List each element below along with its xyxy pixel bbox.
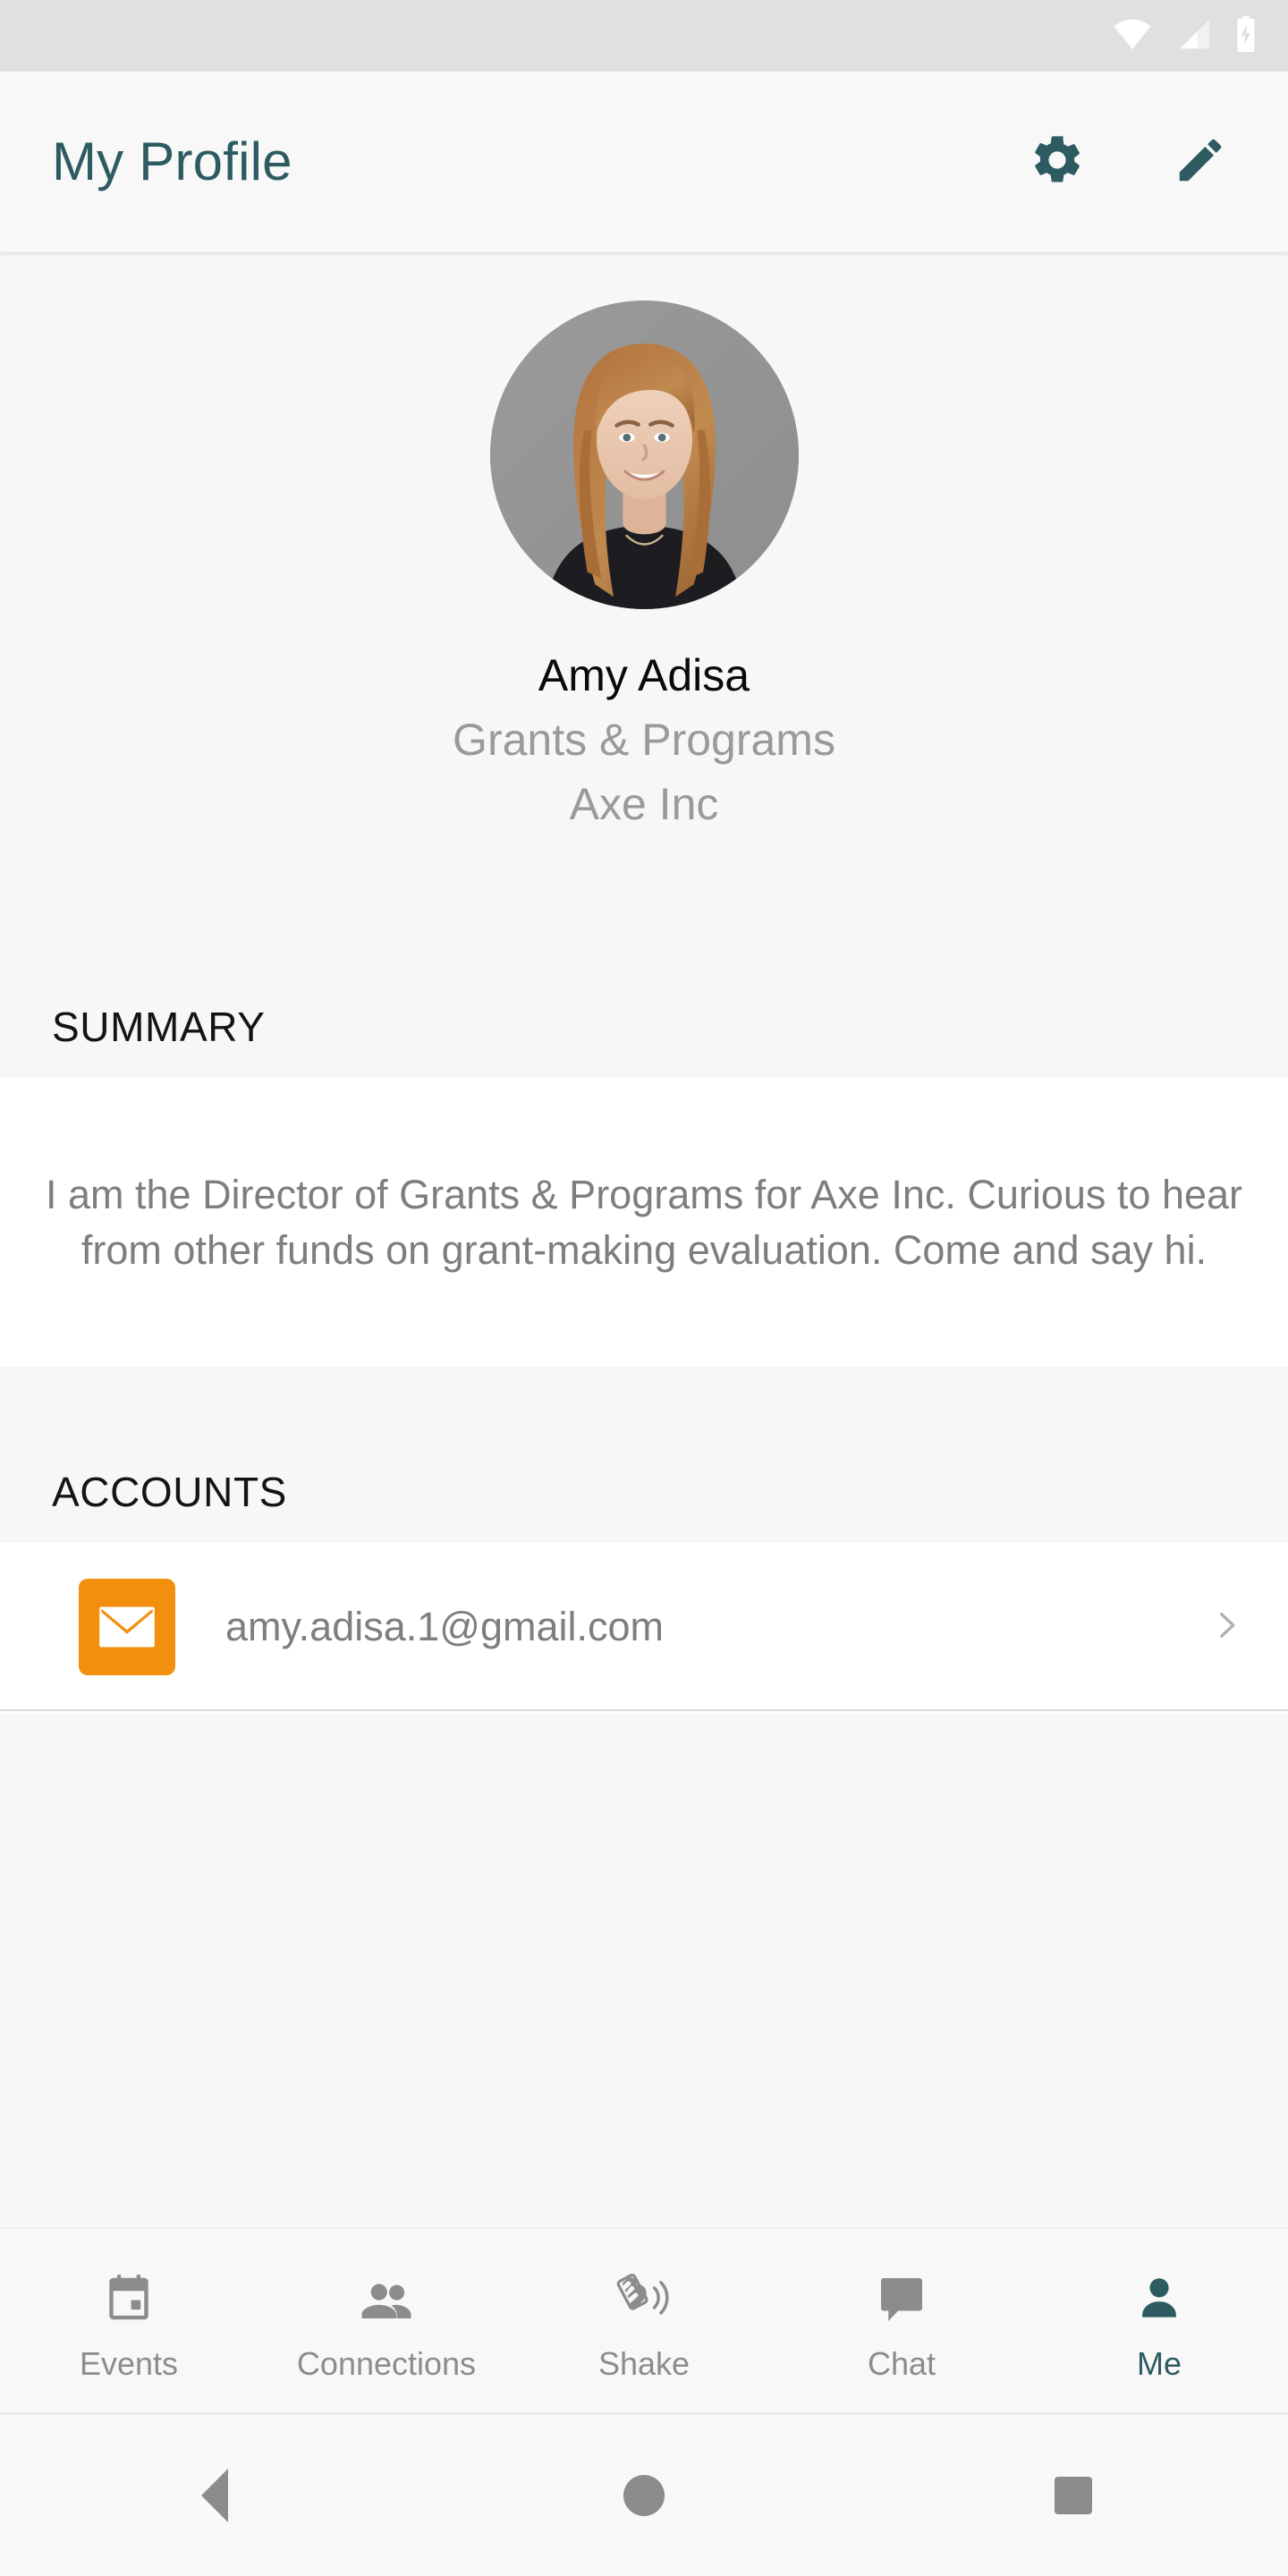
email-icon <box>79 1579 175 1675</box>
nav-label-chat: Chat <box>867 2344 936 2382</box>
summary-header-label: SUMMARY <box>52 1004 266 1050</box>
home-circle-icon <box>623 2474 665 2516</box>
nav-label-shake: Shake <box>597 2344 691 2382</box>
system-navigation-bar <box>0 2413 1288 2576</box>
recents-square-icon <box>1055 2476 1092 2514</box>
people-icon <box>357 2265 416 2333</box>
avatar <box>489 301 799 609</box>
person-icon <box>1131 2265 1187 2333</box>
profile-header: Amy Adisa Grants & Programs Axe Inc <box>0 252 1288 829</box>
nav-label-events: Events <box>79 2344 179 2382</box>
cellular-signal-icon <box>1175 18 1211 55</box>
accounts-header-label: ACCOUNTS <box>52 1469 287 1515</box>
chat-bubble-icon <box>875 2265 928 2333</box>
nav-item-me[interactable]: Me <box>1030 2228 1288 2413</box>
chevron-right-icon <box>1208 1606 1245 1648</box>
nav-label-me: Me <box>1136 2344 1182 2382</box>
pencil-icon <box>1173 132 1228 192</box>
system-home-button[interactable] <box>429 2474 859 2516</box>
summary-section-header: SUMMARY <box>0 948 1288 1078</box>
accounts-section-header: ACCOUNTS <box>0 1367 1288 1543</box>
summary-card: I am the Director of Grants & Programs f… <box>0 1078 1288 1367</box>
system-recents-button[interactable] <box>859 2476 1288 2514</box>
accounts-card: amy.adisa.1@gmail.com <box>0 1543 1288 1713</box>
phone-screen: My Profile Amy Adisa Grants & Programs A… <box>0 0 1288 2576</box>
nav-item-shake[interactable]: Shake <box>515 2228 773 2413</box>
calendar-icon <box>101 2265 157 2333</box>
nav-item-connections[interactable]: Connections <box>258 2228 515 2413</box>
wifi-icon <box>1113 18 1152 55</box>
settings-button[interactable] <box>1020 124 1095 199</box>
system-back-button[interactable] <box>0 2468 429 2522</box>
status-bar <box>0 0 1288 72</box>
summary-text: I am the Director of Grants & Programs f… <box>45 1171 1243 1273</box>
profile-name: Amy Adisa <box>538 650 750 700</box>
nav-item-events[interactable]: Events <box>0 2228 258 2413</box>
page-title: My Profile <box>52 131 292 191</box>
account-email-label: amy.adisa.1@gmail.com <box>225 1604 665 1649</box>
profile-company: Axe Inc <box>569 779 719 829</box>
nav-label-connections: Connections <box>296 2344 477 2382</box>
profile-title: Grants & Programs <box>453 715 835 765</box>
bottom-navigation: Events Connections Shake Chat Me <box>0 2227 1288 2413</box>
back-triangle-icon <box>201 2468 228 2522</box>
app-bar: My Profile <box>0 72 1288 252</box>
app-bar-actions <box>1020 124 1238 199</box>
account-row[interactable]: amy.adisa.1@gmail.com <box>0 1543 1288 1711</box>
edit-profile-button[interactable] <box>1163 124 1238 199</box>
nav-item-chat[interactable]: Chat <box>773 2228 1030 2413</box>
battery-charging-icon <box>1234 15 1258 56</box>
gear-icon <box>1029 131 1086 193</box>
shake-phone-icon <box>614 2265 674 2333</box>
account-row-divider <box>0 1709 1288 1711</box>
